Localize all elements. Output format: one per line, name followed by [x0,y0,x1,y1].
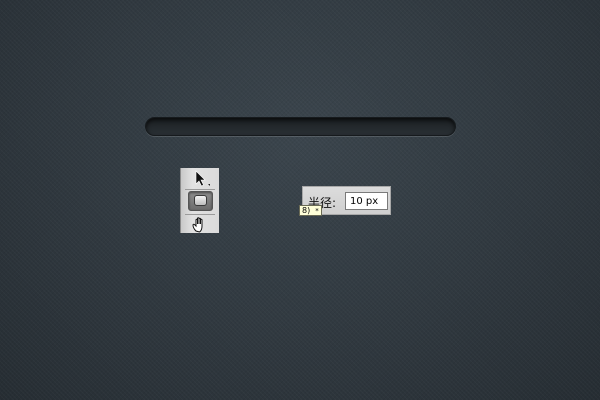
rounded-rectangle-icon [194,195,207,206]
tool-divider [185,214,215,215]
arrow-cursor-icon[interactable] [193,170,211,188]
rounded-rectangle-tool-button[interactable] [188,191,213,211]
hand-icon[interactable] [191,216,209,233]
tooltip-text: 8) [302,206,311,215]
tools-panel [180,168,219,233]
tooltip: 8) * [299,205,322,216]
tooltip-glyph: * [315,207,319,215]
rounded-rectangle-shape [145,117,456,136]
radius-input[interactable] [345,192,388,210]
background-texture [0,0,600,400]
tool-divider [185,189,215,190]
